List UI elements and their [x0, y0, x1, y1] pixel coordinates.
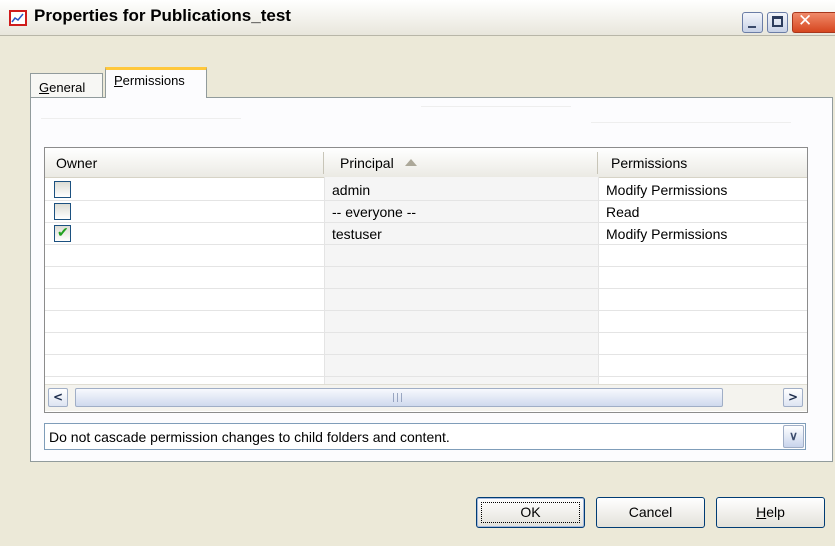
table-row[interactable]: admin Modify Permissions [45, 179, 807, 201]
divider [421, 106, 571, 107]
cascade-select-value: Do not cascade permission changes to chi… [49, 429, 450, 445]
divider [41, 118, 241, 119]
chevron-down-icon[interactable]: ∨ [783, 425, 804, 448]
title-bar[interactable]: Properties for Publications_test [0, 0, 835, 36]
window-title: Properties for Publications_test [34, 6, 291, 25]
owner-checkbox[interactable] [54, 224, 71, 242]
permissions-grid[interactable]: Owner Principal Permissions admin Modify… [44, 147, 808, 413]
horizontal-scrollbar[interactable]: < ||| > [45, 384, 807, 411]
row-gridline [45, 332, 807, 333]
chart-document-icon [9, 10, 27, 26]
column-divider[interactable] [323, 152, 324, 174]
row-gridline [45, 310, 807, 311]
focus-rect [481, 502, 580, 523]
close-button[interactable] [792, 11, 835, 33]
permissions-cell[interactable]: Modify Permissions [606, 182, 727, 198]
grid-header: Owner Principal Permissions [45, 148, 807, 178]
tab-general[interactable]: General [30, 73, 103, 97]
cancel-button[interactable]: Cancel [596, 497, 705, 528]
tab-general-accel: G [39, 80, 50, 95]
table-row[interactable]: testuser Modify Permissions [45, 223, 807, 245]
minimize-button[interactable] [742, 12, 763, 33]
help-button-label: elp [766, 504, 785, 520]
column-header-owner[interactable]: Owner [56, 155, 97, 171]
sort-ascending-icon [404, 159, 417, 166]
scrollbar-thumb[interactable]: ||| [75, 388, 723, 407]
ok-button[interactable]: OK [476, 497, 585, 528]
tab-permissions-label: ermissions [122, 73, 185, 88]
table-row[interactable]: -- everyone -- Read [45, 201, 807, 223]
permissions-cell[interactable]: Read [606, 204, 639, 220]
cancel-button-label: Cancel [628, 504, 673, 520]
divider [591, 122, 791, 123]
row-gridline [45, 266, 807, 267]
maximize-button[interactable] [767, 12, 788, 33]
cascade-permissions-select[interactable]: Do not cascade permission changes to chi… [44, 423, 806, 450]
principal-cell: -- everyone -- [332, 204, 417, 220]
tab-permissions[interactable]: Permissions [105, 67, 207, 98]
owner-checkbox[interactable] [54, 203, 71, 220]
row-gridline [45, 354, 807, 355]
column-header-principal[interactable]: Principal [340, 155, 417, 171]
tab-general-label: eneral [49, 80, 86, 95]
tab-permissions-accel: P [114, 73, 123, 88]
help-button-accel: H [756, 504, 767, 520]
owner-checkbox[interactable] [54, 181, 71, 198]
properties-dialog: Properties for Publications_test General… [0, 0, 835, 546]
row-gridline [45, 376, 807, 377]
principal-cell: testuser [332, 226, 382, 242]
column-header-permissions[interactable]: Permissions [611, 155, 687, 171]
help-button[interactable]: Help [716, 497, 825, 528]
chevron-left-icon[interactable]: < [48, 388, 68, 407]
chevron-right-icon[interactable]: > [783, 388, 803, 407]
column-divider[interactable] [597, 152, 598, 174]
principal-cell: admin [332, 182, 371, 198]
row-gridline [45, 288, 807, 289]
column-header-principal-label: Principal [340, 155, 394, 171]
grip-icon: ||| [392, 393, 405, 403]
permissions-cell[interactable]: Modify Permissions [606, 226, 727, 242]
